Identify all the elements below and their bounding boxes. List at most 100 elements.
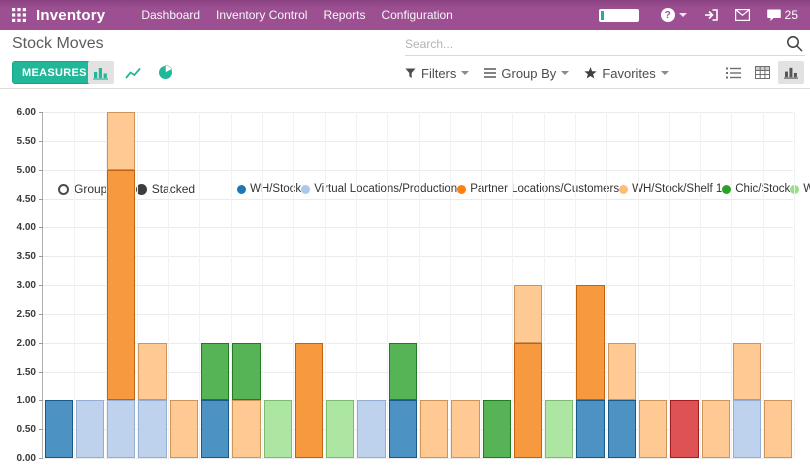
menu-item-dashboard[interactable]: Dashboard xyxy=(141,8,200,22)
y-tick-mark xyxy=(39,170,43,171)
y-gridline xyxy=(43,458,793,459)
messages-envelope-icon[interactable] xyxy=(735,9,750,21)
bar-segment[interactable] xyxy=(639,400,667,458)
y-tick-mark xyxy=(39,343,43,344)
bar-segment[interactable] xyxy=(576,400,604,458)
bar-group[interactable] xyxy=(357,112,385,458)
bar-segment[interactable] xyxy=(389,400,417,458)
bar-group[interactable] xyxy=(764,112,792,458)
pivot-view-button[interactable] xyxy=(749,61,775,84)
bar-segment[interactable] xyxy=(733,343,761,401)
bar-segment[interactable] xyxy=(170,400,198,458)
list-view-button[interactable] xyxy=(720,61,746,84)
menu-item-reports[interactable]: Reports xyxy=(323,8,365,22)
bar-group[interactable] xyxy=(326,112,354,458)
bar-segment[interactable] xyxy=(420,400,448,458)
chart-type-switcher xyxy=(88,61,178,84)
bar-segment[interactable] xyxy=(514,285,542,343)
bar-group[interactable] xyxy=(107,112,135,458)
help-menu[interactable]: ? xyxy=(661,8,687,22)
bar-group[interactable] xyxy=(608,112,636,458)
bar-segment[interactable] xyxy=(733,400,761,458)
bar-segment[interactable] xyxy=(201,343,229,401)
y-tick-label: 6.00 xyxy=(0,107,36,118)
group-by-menu-button[interactable]: Group By xyxy=(484,66,569,81)
bar-group[interactable] xyxy=(76,112,104,458)
chat-message-count: 25 xyxy=(785,8,798,22)
bar-segment[interactable] xyxy=(232,400,260,458)
chart-area: Grouped Stacked WH/StockVirtual Location… xyxy=(0,89,810,470)
bar-group[interactable] xyxy=(295,112,323,458)
menu-item-configuration[interactable]: Configuration xyxy=(381,8,452,22)
search-input[interactable] xyxy=(405,37,784,51)
bar-group[interactable] xyxy=(170,112,198,458)
line-chart-type-button[interactable] xyxy=(120,61,146,84)
bar-segment[interactable] xyxy=(389,343,417,401)
bar-group[interactable] xyxy=(451,112,479,458)
bar-segment[interactable] xyxy=(608,343,636,401)
graph-view-button[interactable] xyxy=(778,61,804,84)
star-icon xyxy=(584,67,597,79)
bar-group[interactable] xyxy=(639,112,667,458)
bar-segment[interactable] xyxy=(326,400,354,458)
bar-segment[interactable] xyxy=(232,343,260,401)
bar-group[interactable] xyxy=(389,112,417,458)
bar-segment[interactable] xyxy=(670,400,698,458)
bar-segment[interactable] xyxy=(138,400,166,458)
bar-segment[interactable] xyxy=(107,400,135,458)
bar-segment[interactable] xyxy=(483,400,511,458)
bar-segment[interactable] xyxy=(264,400,292,458)
bar-segment[interactable] xyxy=(702,400,730,458)
bar-segment[interactable] xyxy=(107,112,135,170)
bar-group[interactable] xyxy=(232,112,260,458)
bar-segment[interactable] xyxy=(576,285,604,400)
bar-segment[interactable] xyxy=(201,400,229,458)
bar-group[interactable] xyxy=(45,112,73,458)
bar-group[interactable] xyxy=(702,112,730,458)
app-title[interactable]: Inventory xyxy=(36,7,105,24)
chevron-down-icon xyxy=(661,71,669,75)
y-tick-label: 3.50 xyxy=(0,251,36,262)
bar-segment[interactable] xyxy=(514,343,542,458)
y-tick-label: 2.50 xyxy=(0,309,36,320)
bar-group[interactable] xyxy=(201,112,229,458)
bar-group[interactable] xyxy=(545,112,573,458)
bar-group[interactable] xyxy=(670,112,698,458)
bar-segment[interactable] xyxy=(45,400,73,458)
bar-group[interactable] xyxy=(576,112,604,458)
bar-segment[interactable] xyxy=(451,400,479,458)
bar-segment[interactable] xyxy=(107,170,135,401)
bar-group[interactable] xyxy=(138,112,166,458)
breadcrumb-row: Stock Moves xyxy=(0,30,810,58)
timer-widget[interactable] xyxy=(599,9,639,22)
line-chart-icon xyxy=(125,66,141,80)
bar-group[interactable] xyxy=(483,112,511,458)
bar-segment[interactable] xyxy=(295,343,323,458)
help-icon: ? xyxy=(661,8,675,22)
bar-group[interactable] xyxy=(514,112,542,458)
bar-segment[interactable] xyxy=(545,400,573,458)
bar-group[interactable] xyxy=(733,112,761,458)
bar-group[interactable] xyxy=(420,112,448,458)
bar-group[interactable] xyxy=(264,112,292,458)
chat-bubble-button[interactable]: 25 xyxy=(767,8,798,22)
favorites-menu-button[interactable]: Favorites xyxy=(584,66,668,81)
bar-segment[interactable] xyxy=(357,400,385,458)
apps-grid-icon[interactable] xyxy=(12,8,26,22)
bar-segment[interactable] xyxy=(764,400,792,458)
pivot-view-icon xyxy=(755,66,770,79)
y-tick-mark xyxy=(39,141,43,142)
bar-segment[interactable] xyxy=(76,400,104,458)
y-tick-mark xyxy=(39,199,43,200)
y-tick-label: 2.00 xyxy=(0,338,36,349)
menu-item-inventory-control[interactable]: Inventory Control xyxy=(216,8,307,22)
bar-segment[interactable] xyxy=(608,400,636,458)
search-icon[interactable] xyxy=(784,35,805,52)
sign-in-icon[interactable] xyxy=(704,8,718,22)
legend-label: WH/Stock/Shelf 2 xyxy=(803,183,810,195)
bar-chart-type-button[interactable] xyxy=(88,61,114,84)
pie-chart-type-button[interactable] xyxy=(152,61,178,84)
bar-segment[interactable] xyxy=(138,343,166,401)
filters-menu-button[interactable]: Filters xyxy=(405,66,469,81)
y-tick-mark xyxy=(39,429,43,430)
